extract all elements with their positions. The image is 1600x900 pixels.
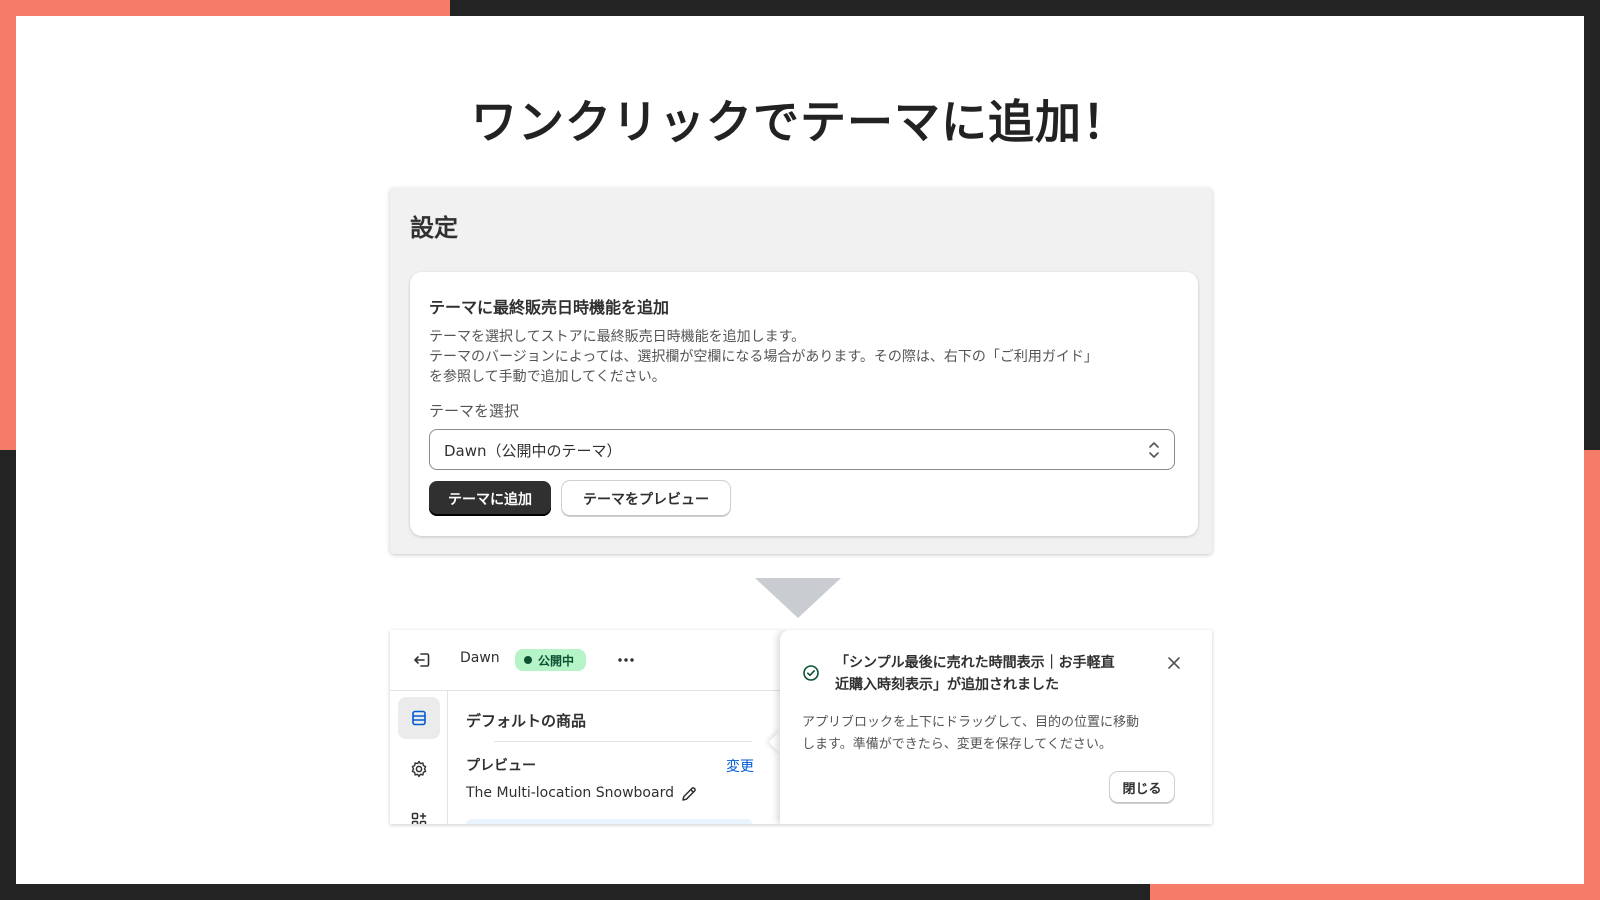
settings-panel: 設定 テーマに最終販売日時機能を追加 テーマを選択してストアに最終販売日時機能を… — [390, 188, 1212, 554]
down-arrow-icon — [755, 578, 841, 618]
preview-product-name: The Multi-location Snowboard — [466, 785, 674, 801]
pencil-icon[interactable] — [680, 785, 698, 803]
card-description-line: を参照して手動で追加してください。 — [429, 369, 666, 385]
popover-title-line: 近購入時刻表示」が追加されました — [835, 677, 1059, 693]
editor-side-nav — [390, 691, 448, 824]
more-icon[interactable] — [616, 652, 636, 668]
card-description-line: テーマのバージョンによっては、選択欄が空欄になる場合があります。その際は、右下の… — [429, 349, 1098, 365]
slide-canvas: ワンクリックでテーマに追加！ 設定 テーマに最終販売日時機能を追加 テーマを選択… — [16, 16, 1584, 884]
status-badge-label: 公開中 — [538, 653, 575, 668]
card-title: テーマに最終販売日時機能を追加 — [429, 298, 670, 317]
theme-select[interactable]: Dawn（公開中のテーマ） — [429, 429, 1175, 470]
gear-icon — [411, 760, 427, 778]
add-feature-card: テーマに最終販売日時機能を追加 テーマを選択してストアに最終販売日時機能を追加し… — [410, 272, 1198, 536]
sections-icon — [412, 710, 426, 726]
status-badge: 公開中 — [515, 649, 586, 671]
card-description-line: テーマを選択してストアに最終販売日時機能を追加します。 — [429, 329, 806, 345]
settings-title: 設定 — [410, 214, 458, 242]
chevron-up-down-icon — [1149, 442, 1159, 458]
card-description: テーマを選択してストアに最終販売日時機能を追加します。 テーマのバージョンによっ… — [429, 327, 1174, 387]
sections-nav-button[interactable] — [398, 697, 440, 739]
divider — [494, 741, 752, 742]
popover-title: 「シンプル最後に売れた時間表示｜お手軽直 近購入時刻表示」が追加されました — [835, 652, 1155, 696]
close-icon[interactable] — [1166, 655, 1182, 671]
exit-icon[interactable] — [412, 650, 432, 670]
accent-bar-top-left — [0, 0, 450, 16]
editor-theme-name: Dawn — [460, 650, 500, 666]
apps-icon — [411, 812, 427, 824]
theme-editor-panel: Dawn 公開中 デフォルトの商品 プレビュー 変更 The Multi-loc… — [390, 630, 1212, 824]
app-added-popover: 「シンプル最後に売れた時間表示｜お手軽直 近購入時刻表示」が追加されました アプ… — [780, 630, 1212, 824]
accent-bar-bottom-right — [1150, 884, 1600, 900]
section-heading: デフォルトの商品 — [466, 712, 587, 730]
settings-nav-button[interactable] — [398, 748, 440, 790]
popover-close-button[interactable]: 閉じる — [1110, 772, 1174, 803]
apps-nav-button[interactable] — [398, 799, 440, 824]
preview-theme-button[interactable]: テーマをプレビュー — [562, 481, 730, 516]
change-preview-link[interactable]: 変更 — [726, 756, 754, 776]
add-to-theme-button[interactable]: テーマに追加 — [429, 481, 551, 516]
popover-body-line: アプリブロックを上下にドラッグして、目的の位置に移動 — [802, 715, 1139, 730]
theme-select-label: テーマを選択 — [429, 402, 520, 420]
preview-label: プレビュー — [466, 758, 536, 774]
slide-headline: ワンクリックでテーマに追加！ — [471, 95, 1129, 149]
check-circle-icon — [803, 665, 819, 681]
accent-bar-left — [0, 0, 16, 450]
selected-block-highlight — [466, 819, 752, 824]
popover-body-line: します。準備ができたら、変更を保存してください。 — [802, 737, 1112, 752]
theme-select-value: Dawn（公開中のテーマ） — [444, 442, 622, 460]
status-dot-icon — [524, 656, 532, 664]
popover-title-line: 「シンプル最後に売れた時間表示｜お手軽直 — [835, 655, 1115, 671]
popover-body: アプリブロックを上下にドラッグして、目的の位置に移動 します。準備ができたら、変… — [802, 712, 1192, 756]
accent-bar-right — [1584, 450, 1600, 900]
